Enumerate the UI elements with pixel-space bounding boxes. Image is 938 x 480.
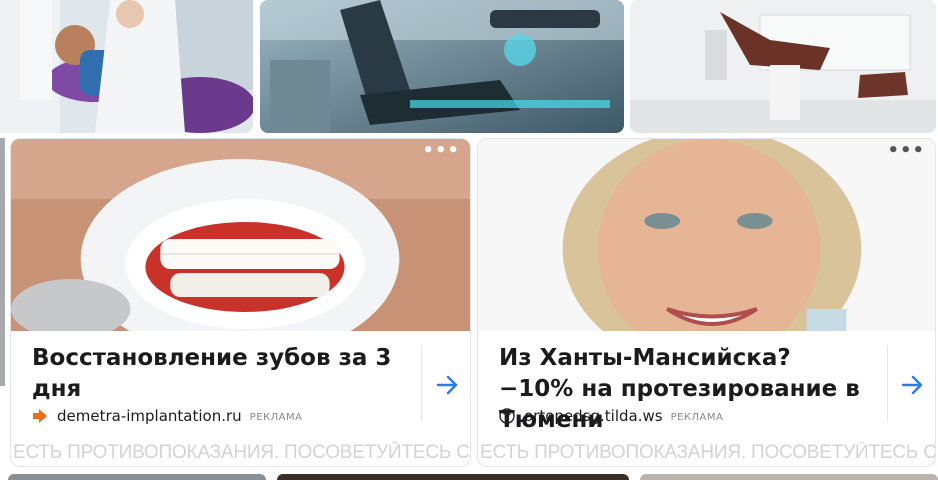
divider [421, 345, 422, 422]
ad-label: РЕКЛАМА [670, 411, 724, 423]
ad-domain[interactable]: ortopedsg.tilda.ws [524, 407, 663, 425]
divider [887, 345, 888, 422]
ad-disclaimer: ЕСТЬ ПРОТИВОПОКАЗАНИЯ. ПОСОВЕТУЙТЕСЬ С В… [13, 442, 470, 463]
arrow-right-icon[interactable] [434, 371, 462, 399]
more-options-icon[interactable]: ••• [422, 142, 460, 160]
image-thumbnail-dental-office-white[interactable] [630, 0, 936, 133]
image-thumbnail-dentist-child[interactable] [0, 0, 253, 133]
tilda-t-icon [499, 408, 515, 424]
card-edge-left [0, 138, 5, 386]
orange-arrow-icon [32, 408, 48, 424]
ad-disclaimer: ЕСТЬ ПРОТИВОПОКАЗАНИЯ. ПОСОВЕТУЙТЕСЬ С В… [480, 442, 935, 463]
more-options-icon[interactable]: ••• [887, 142, 925, 160]
image-thumbnail-partial[interactable] [8, 474, 266, 480]
image-thumbnail-partial[interactable] [277, 474, 629, 480]
ad-card-demetra[interactable]: ••• Восстановление зубов за 3 дня demetr… [10, 138, 471, 467]
arrow-right-icon[interactable] [899, 371, 927, 399]
ad-title[interactable]: Восстановление зубов за 3 дня [32, 343, 402, 405]
ad-domain[interactable]: demetra-implantation.ru [57, 407, 242, 425]
ad-image-teeth: ••• [11, 139, 470, 331]
ad-image-smiling-woman: ••• [478, 139, 935, 331]
ad-label: РЕКЛАМА [249, 411, 303, 423]
image-thumbnail-partial[interactable] [640, 474, 938, 480]
image-thumbnail-dental-chair-modern[interactable] [260, 0, 624, 133]
ad-card-ortopedsg[interactable]: ••• Из Ханты-Мансийска? −10% на протезир… [477, 138, 936, 467]
